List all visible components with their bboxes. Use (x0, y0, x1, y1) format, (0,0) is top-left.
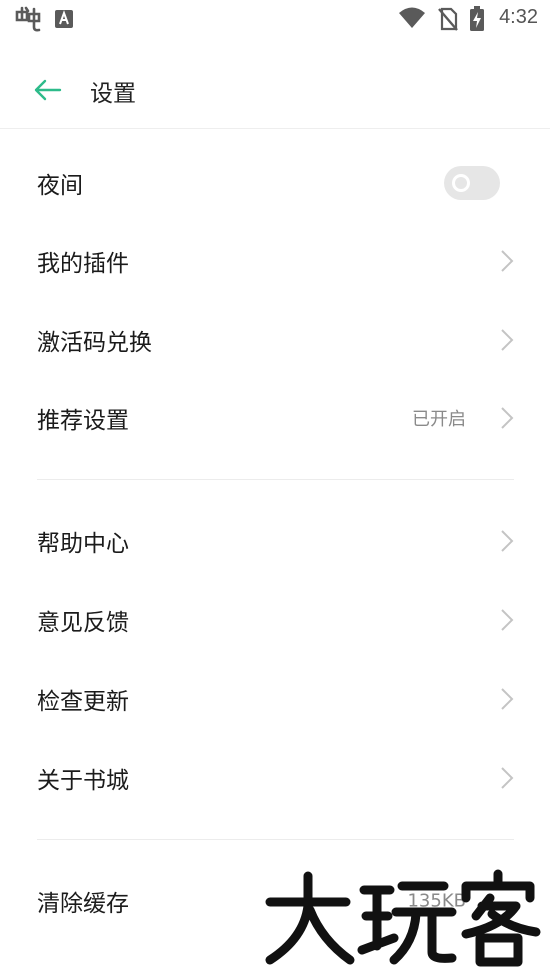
toggle-knob (452, 174, 470, 192)
settings-row-label: 关于书城 (37, 768, 129, 794)
arrow-left-icon[interactable] (32, 76, 64, 104)
chevron-right-icon (501, 329, 514, 351)
settings-row-recommendation[interactable]: 推荐设置 已开启 (0, 379, 550, 457)
section-divider (37, 479, 514, 480)
page-title: 设置 (90, 81, 136, 107)
settings-row-redeem-code[interactable]: 激活码兑换 (0, 301, 550, 379)
settings-row-label: 夜间 (37, 173, 83, 199)
settings-row-label: 帮助中心 (37, 531, 129, 557)
wifi-icon (399, 7, 425, 28)
app-notification-icon (15, 6, 41, 32)
settings-row-label: 意见反馈 (37, 610, 129, 636)
settings-row-night-mode[interactable]: 夜间 (0, 144, 550, 222)
settings-row-about[interactable]: 关于书城 (0, 739, 550, 817)
no-sim-icon (438, 7, 458, 31)
chevron-right-icon (501, 530, 514, 552)
chevron-right-icon (501, 767, 514, 789)
app-header: 设置 (0, 52, 550, 129)
status-time: 4:32 (499, 6, 538, 28)
chevron-right-icon (501, 609, 514, 631)
chevron-right-icon (501, 407, 514, 429)
settings-row-label: 推荐设置 (37, 408, 129, 434)
settings-row-label: 我的插件 (37, 251, 129, 277)
settings-row-feedback[interactable]: 意见反馈 (0, 581, 550, 659)
section-divider (37, 839, 514, 840)
recommendation-status: 已开启 (412, 409, 466, 430)
settings-row-help-center[interactable]: 帮助中心 (0, 502, 550, 580)
battery-charging-icon (470, 6, 484, 31)
status-bar: 4:32 (0, 0, 550, 40)
settings-row-label: 清除缓存 (37, 891, 129, 917)
settings-row-label: 激活码兑换 (37, 330, 152, 356)
settings-row-my-plugins[interactable]: 我的插件 (0, 222, 550, 300)
chevron-right-icon (501, 688, 514, 710)
chevron-right-icon (501, 250, 514, 272)
font-a-icon (55, 10, 73, 28)
settings-row-check-update[interactable]: 检查更新 (0, 660, 550, 738)
night-mode-toggle[interactable] (444, 166, 500, 200)
settings-row-label: 检查更新 (37, 689, 129, 715)
watermark-logo (265, 869, 541, 967)
